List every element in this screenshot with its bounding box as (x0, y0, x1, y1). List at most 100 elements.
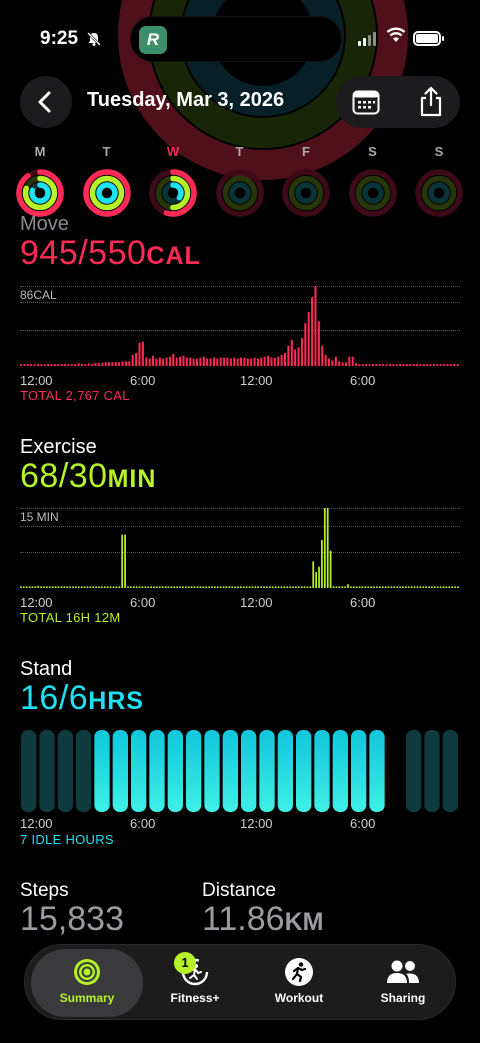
exercise-bar (352, 586, 355, 588)
move-bar (300, 338, 303, 366)
exercise-bar (72, 586, 74, 588)
move-bar (131, 354, 134, 366)
exercise-bar (86, 586, 89, 588)
move-bar (273, 357, 276, 366)
move-bar (260, 357, 263, 366)
exercise-bar (109, 586, 112, 588)
move-bar (53, 364, 56, 366)
status-bar: 9:25 R (0, 16, 480, 62)
exercise-bar (202, 586, 205, 588)
exercise-bar (187, 586, 190, 588)
exercise-bar (254, 586, 257, 588)
stand-tick: 6:00 (350, 816, 376, 831)
steps-value: 15,833 (20, 900, 124, 938)
exercise-bar (410, 586, 413, 588)
exercise-bar (457, 586, 459, 588)
move-bar (240, 357, 243, 366)
exercise-bar (419, 586, 422, 588)
tab-workout[interactable]: Workout (247, 945, 351, 1021)
stand-hour-bar (131, 730, 147, 812)
exercise-bar (381, 586, 384, 588)
back-button[interactable] (20, 76, 72, 128)
exercise-tick: 6:00 (350, 595, 376, 610)
exercise-bar (144, 586, 147, 588)
stand-hour-bar (167, 730, 183, 812)
move-bar (141, 341, 144, 366)
fitness-notification-badge: 1 (174, 952, 196, 974)
move-bar (74, 364, 77, 366)
exercise-bar (268, 586, 271, 588)
exercise-bar (384, 586, 387, 588)
exercise-bar (416, 586, 419, 588)
move-bar (111, 362, 114, 366)
exercise-bar (271, 586, 274, 588)
move-bar (317, 321, 320, 366)
exercise-bar (240, 586, 242, 588)
move-bar (80, 364, 83, 366)
day-activity-rings[interactable] (348, 168, 398, 218)
move-bar (253, 357, 256, 366)
exercise-bar (89, 586, 92, 588)
day-activity-rings[interactable] (15, 168, 65, 218)
exercise-bar (132, 586, 135, 588)
header-actions (336, 76, 460, 128)
move-bar (409, 364, 412, 366)
day-activity-rings[interactable] (148, 168, 198, 218)
stand-hour-bar (332, 730, 348, 812)
exercise-bar (321, 540, 323, 588)
exercise-bar (112, 586, 115, 588)
weekday-label: T (235, 144, 244, 159)
move-bar (233, 357, 236, 366)
exercise-bar (260, 586, 262, 588)
day-activity-rings[interactable] (414, 168, 464, 218)
exercise-bar (454, 586, 456, 588)
exercise-chart (20, 508, 459, 588)
stand-total: 7 IDLE HOURS (20, 832, 114, 847)
move-value: 945/550CAL (20, 234, 201, 273)
move-bar (436, 364, 439, 366)
move-bar (206, 358, 209, 366)
move-bar (33, 364, 36, 366)
move-bar (84, 364, 87, 366)
move-bar (179, 356, 182, 366)
exercise-bar (54, 586, 57, 588)
exercise-bar (95, 586, 97, 588)
exercise-bar (396, 586, 399, 588)
exercise-bar (228, 586, 231, 588)
exercise-bar (43, 586, 45, 588)
day-activity-rings[interactable] (82, 168, 132, 218)
calendar-button[interactable] (352, 89, 380, 115)
move-bar (331, 360, 334, 366)
tab-fitness-plus[interactable]: Fitness+ (143, 945, 247, 1021)
move-bar (118, 362, 121, 366)
stand-value-number: 16/6 (20, 679, 89, 717)
exercise-bar (335, 586, 338, 588)
move-bar (355, 363, 358, 366)
tab-sharing[interactable]: Sharing (351, 945, 455, 1021)
tab-summary[interactable]: Summary (31, 949, 143, 1017)
day-activity-rings[interactable] (215, 168, 265, 218)
move-bar (439, 364, 442, 366)
tab-fitness-plus-label: Fitness+ (170, 991, 220, 1005)
day-activity-rings[interactable] (281, 168, 331, 218)
share-button[interactable] (418, 86, 444, 118)
exercise-bar (80, 586, 83, 588)
exercise-bar (199, 586, 202, 588)
exercise-bar (361, 586, 364, 588)
move-bar (348, 356, 351, 366)
move-bar (94, 363, 97, 366)
exercise-bar (367, 586, 370, 588)
exercise-bar (213, 586, 216, 588)
stand-hour-bar (369, 730, 385, 812)
exercise-bar (219, 586, 222, 588)
exercise-bar (245, 586, 248, 588)
weekday-label: M (34, 144, 46, 159)
move-bar (77, 363, 80, 366)
move-bar (192, 358, 195, 366)
stand-hour-bar (314, 730, 330, 812)
exercise-bar (433, 586, 436, 588)
move-bar (135, 352, 138, 366)
exercise-bar (115, 586, 118, 588)
idle-hour-bar (21, 730, 37, 812)
stand-hour-bar (351, 730, 367, 812)
